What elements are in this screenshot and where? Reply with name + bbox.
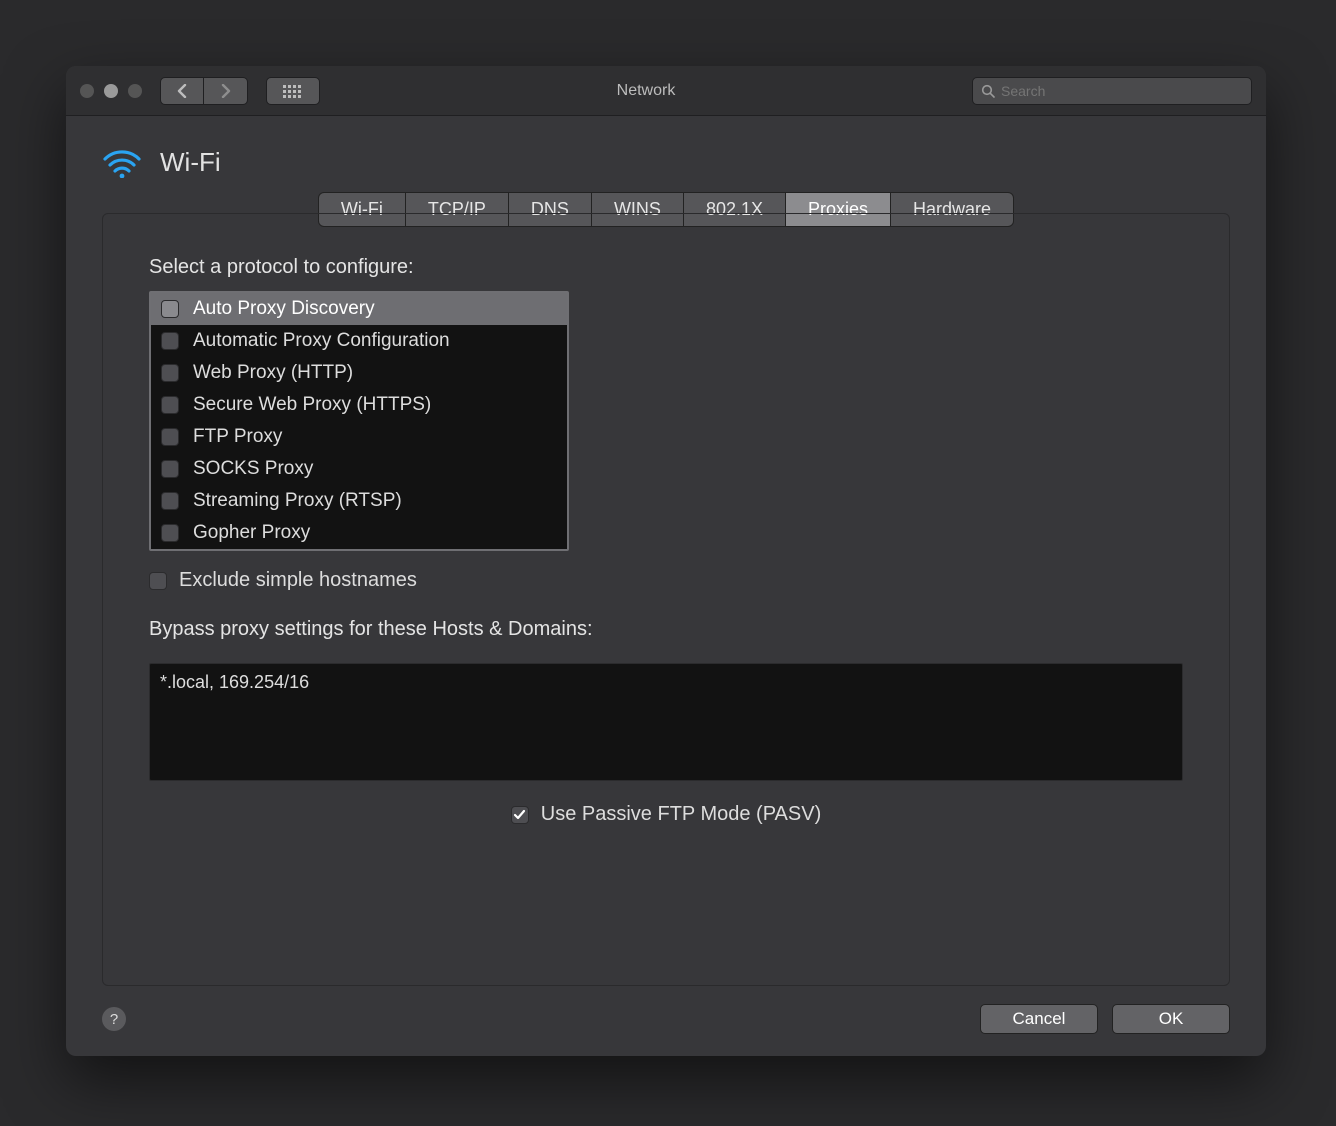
protocol-item[interactable]: SOCKS Proxy: [151, 453, 567, 485]
protocol-checkbox[interactable]: [161, 460, 179, 478]
footer: ? Cancel OK: [102, 986, 1230, 1034]
exclude-simple-label: Exclude simple hostnames: [179, 569, 417, 592]
protocol-item[interactable]: Streaming Proxy (RTSP): [151, 485, 567, 517]
ok-button[interactable]: OK: [1112, 1004, 1230, 1034]
back-button[interactable]: [160, 77, 204, 105]
content-area: Wi-Fi Wi-FiTCP/IPDNSWINS802.1XProxiesHar…: [66, 116, 1266, 1056]
window-controls: [80, 84, 142, 98]
titlebar: Network: [66, 66, 1266, 116]
show-all-button[interactable]: [266, 77, 320, 105]
grid-icon: [282, 84, 304, 98]
minimize-window-icon[interactable]: [104, 84, 118, 98]
pasv-checkbox[interactable]: [511, 806, 529, 824]
protocol-label: Auto Proxy Discovery: [193, 298, 375, 320]
protocol-item[interactable]: Secure Web Proxy (HTTPS): [151, 389, 567, 421]
protocol-checkbox[interactable]: [161, 300, 179, 318]
exclude-simple-checkbox[interactable]: [149, 572, 167, 590]
bypass-textarea[interactable]: *.local, 169.254/16: [149, 663, 1183, 781]
search-field[interactable]: [972, 77, 1252, 105]
bypass-label: Bypass proxy settings for these Hosts & …: [149, 618, 1183, 641]
protocol-label: Gopher Proxy: [193, 522, 310, 544]
protocol-item[interactable]: Gopher Proxy: [151, 517, 567, 549]
help-button[interactable]: ?: [102, 1007, 126, 1031]
proxies-panel: Select a protocol to configure: Auto Pro…: [102, 213, 1230, 986]
protocol-item[interactable]: FTP Proxy: [151, 421, 567, 453]
protocol-checkbox[interactable]: [161, 332, 179, 350]
protocol-checkbox[interactable]: [161, 492, 179, 510]
exclude-simple-row[interactable]: Exclude simple hostnames: [149, 569, 1183, 592]
protocol-item[interactable]: Automatic Proxy Configuration: [151, 325, 567, 357]
wifi-icon: [102, 146, 142, 178]
protocol-checkbox[interactable]: [161, 428, 179, 446]
close-window-icon[interactable]: [80, 84, 94, 98]
pasv-row[interactable]: Use Passive FTP Mode (PASV): [149, 803, 1183, 826]
zoom-window-icon[interactable]: [128, 84, 142, 98]
protocol-checkbox[interactable]: [161, 524, 179, 542]
cancel-button[interactable]: Cancel: [980, 1004, 1098, 1034]
protocol-label: Streaming Proxy (RTSP): [193, 490, 402, 512]
select-protocol-label: Select a protocol to configure:: [149, 256, 1183, 279]
protocol-label: Automatic Proxy Configuration: [193, 330, 450, 352]
interface-name: Wi-Fi: [160, 147, 221, 178]
protocol-label: FTP Proxy: [193, 426, 282, 448]
pasv-label: Use Passive FTP Mode (PASV): [541, 803, 821, 826]
protocol-item[interactable]: Web Proxy (HTTP): [151, 357, 567, 389]
protocol-list[interactable]: Auto Proxy Discovery Automatic Proxy Conf…: [149, 291, 569, 551]
protocol-label: Web Proxy (HTTP): [193, 362, 353, 384]
protocol-checkbox[interactable]: [161, 364, 179, 382]
forward-button[interactable]: [204, 77, 248, 105]
interface-header: Wi-Fi: [102, 146, 1230, 178]
protocol-label: SOCKS Proxy: [193, 458, 313, 480]
protocol-checkbox[interactable]: [161, 396, 179, 414]
protocol-label: Secure Web Proxy (HTTPS): [193, 394, 431, 416]
nav-back-forward: [160, 77, 248, 105]
search-input[interactable]: [1001, 83, 1243, 99]
protocol-item[interactable]: Auto Proxy Discovery: [151, 293, 567, 325]
search-icon: [981, 84, 995, 98]
checkmark-icon: [513, 808, 526, 821]
preferences-window: Network Wi-Fi Wi-FiTCP/IPDNSWINS802.1XPr…: [66, 66, 1266, 1056]
window-title: Network: [330, 82, 962, 100]
